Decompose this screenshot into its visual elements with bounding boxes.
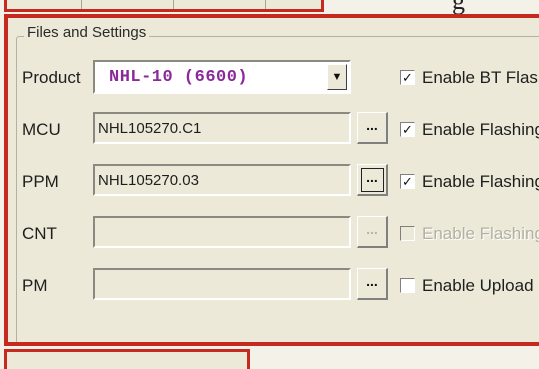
cnt-enable-flashing-label: Enable Flashing bbox=[422, 224, 539, 243]
mcu-file-field[interactable]: NHL105270.C1 bbox=[93, 112, 351, 144]
cnt-browse-button[interactable]: ... bbox=[357, 216, 388, 248]
dropdown-arrow-icon[interactable]: ▼ bbox=[327, 64, 347, 90]
mcu-enable-flashing-label: Enable Flashing bbox=[422, 120, 539, 139]
bottom-highlighted-panel-edge bbox=[4, 349, 250, 369]
panel-divider bbox=[173, 0, 174, 9]
files-settings-highlight-frame: Files and Settings Product NHL-10 (6600)… bbox=[4, 14, 539, 346]
ppm-enable-flashing-label: Enable Flashing bbox=[422, 172, 539, 191]
mcu-browse-button[interactable]: ... bbox=[357, 112, 388, 144]
pm-enable-upload-label: Enable Upload bbox=[422, 276, 534, 295]
cnt-enable-flashing-checkbox[interactable] bbox=[400, 226, 415, 241]
product-selected-value: NHL-10 (6600) bbox=[109, 68, 249, 87]
ppm-label: PPM bbox=[22, 172, 59, 191]
cnt-label: CNT bbox=[22, 224, 57, 243]
product-label: Product bbox=[22, 68, 81, 87]
ppm-file-field[interactable]: NHL105270.03 bbox=[93, 164, 351, 196]
mcu-enable-flashing-checkbox[interactable]: ✓ bbox=[400, 122, 415, 137]
mcu-label: MCU bbox=[22, 120, 61, 139]
panel-divider bbox=[265, 0, 266, 9]
cnt-file-field[interactable] bbox=[93, 216, 351, 248]
panel-divider bbox=[81, 0, 82, 9]
pm-file-field[interactable] bbox=[93, 268, 351, 300]
groupbox-title: Files and Settings bbox=[24, 24, 150, 41]
ppm-enable-flashing-checkbox[interactable]: ✓ bbox=[400, 174, 415, 189]
enable-bt-flash-checkbox[interactable]: ✓ bbox=[400, 70, 415, 85]
pm-label: PM bbox=[22, 276, 48, 295]
ppm-browse-button[interactable]: ... bbox=[357, 164, 388, 196]
pm-enable-upload-checkbox[interactable] bbox=[400, 278, 415, 293]
top-highlighted-panel-edge bbox=[4, 0, 324, 12]
enable-bt-flash-label: Enable BT Flash bbox=[422, 68, 539, 87]
pm-browse-button[interactable]: ... bbox=[357, 268, 388, 300]
product-select[interactable]: NHL-10 (6600) ▼ bbox=[93, 60, 351, 94]
